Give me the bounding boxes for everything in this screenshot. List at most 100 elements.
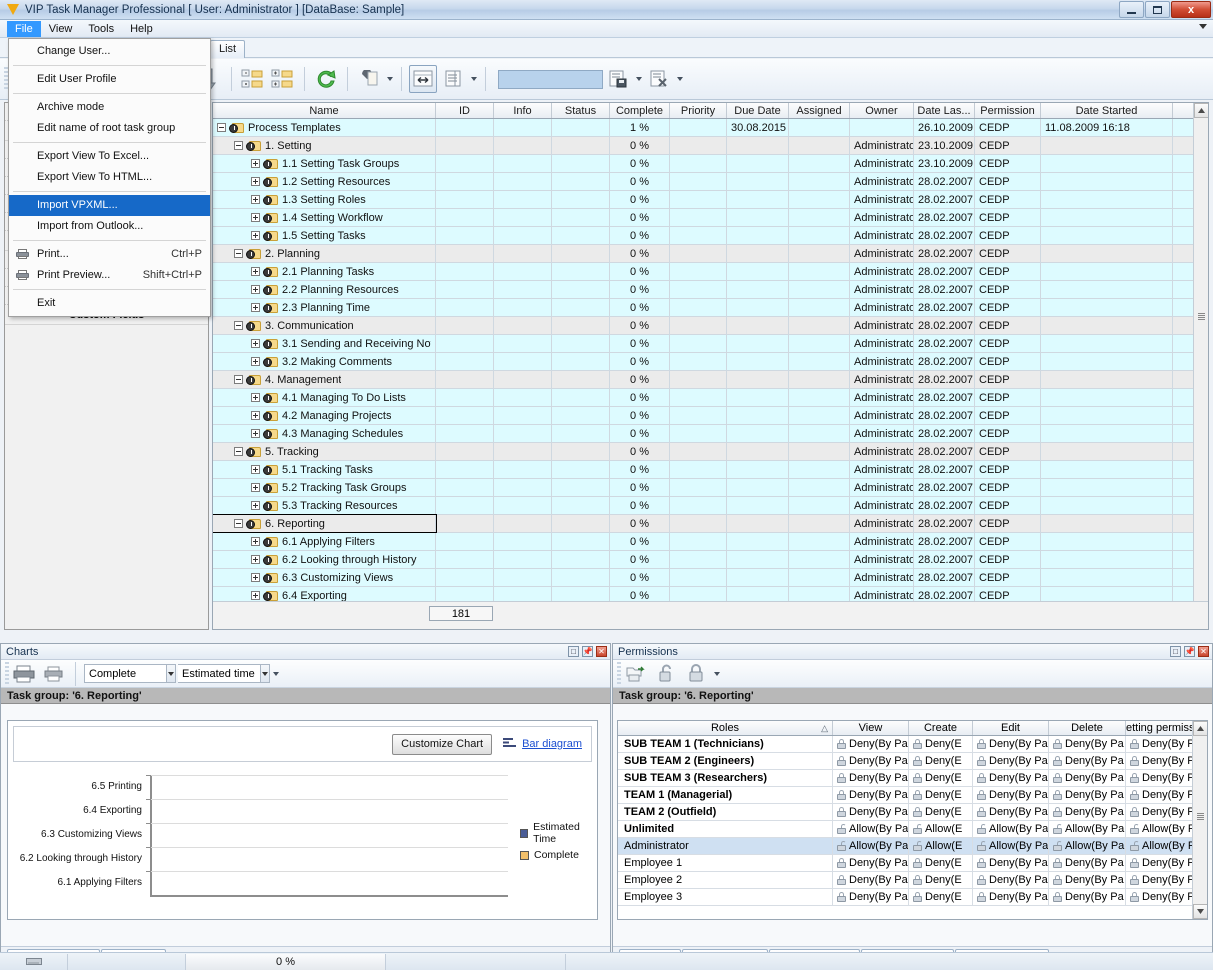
permission-cell-create[interactable]: Deny(E [909, 770, 973, 786]
permission-cell-view[interactable]: Allow(By Pa [833, 821, 909, 837]
table-row[interactable]: 6.2 Looking through History0 %Administra… [213, 551, 1208, 569]
chart-series1-combo[interactable]: Complete [84, 664, 176, 683]
task-column-header-owner[interactable]: Owner [850, 103, 914, 118]
expand-icon[interactable] [251, 483, 260, 492]
permission-cell-delete[interactable]: Deny(By Pa [1049, 753, 1126, 769]
permission-cell-edit[interactable]: Deny(By Pa [973, 787, 1049, 803]
task-column-header-date-started[interactable]: Date Started [1041, 103, 1173, 118]
menu-item-import-vpxml[interactable]: Import VPXML... [9, 195, 210, 216]
expand-icon[interactable] [251, 591, 260, 600]
permissions-column-header-delete[interactable]: Delete [1049, 721, 1126, 735]
permission-cell-view[interactable]: Deny(By Pa [833, 787, 909, 803]
column-settings-icon[interactable] [439, 65, 467, 93]
menu-item-exit[interactable]: Exit [9, 293, 210, 314]
permission-cell-delete[interactable]: Allow(By Pa [1049, 821, 1126, 837]
task-name-cell[interactable]: 3.2 Making Comments [213, 353, 436, 370]
menu-item-archive-mode[interactable]: Archive mode [9, 97, 210, 118]
permission-cell-create[interactable]: Deny(E [909, 804, 973, 820]
table-row[interactable]: Process Templates1 %30.08.201526.10.2009… [213, 119, 1208, 137]
menu-tools[interactable]: Tools [80, 21, 122, 37]
table-row[interactable]: 5.1 Tracking Tasks0 %Administrator28.02.… [213, 461, 1208, 479]
task-table-scrollbar[interactable] [1193, 103, 1208, 629]
expand-icon[interactable] [251, 573, 260, 582]
inherit-permissions-icon[interactable] [622, 660, 650, 688]
task-column-header-name[interactable]: Name [213, 103, 436, 118]
expand-icon[interactable] [251, 339, 260, 348]
table-row[interactable]: Employee 3Deny(By PaDeny(EDeny(By PaDeny… [618, 889, 1207, 906]
scroll-up-icon[interactable] [1194, 103, 1209, 118]
maximize-button[interactable] [1145, 1, 1170, 18]
expand-icon[interactable] [251, 195, 260, 204]
table-row[interactable]: 1.4 Setting Workflow0 %Administrator28.0… [213, 209, 1208, 227]
permission-cell-create[interactable]: Allow(E [909, 821, 973, 837]
menu-item-import-from-outlook[interactable]: Import from Outlook... [9, 216, 210, 237]
permissions-toolbar-overflow-icon[interactable] [711, 660, 722, 688]
permission-cell-create[interactable]: Deny(E [909, 736, 973, 752]
permission-cell-edit[interactable]: Deny(By Pa [973, 804, 1049, 820]
table-row[interactable]: 1.5 Setting Tasks0 %Administrator28.02.2… [213, 227, 1208, 245]
add-subtask-icon[interactable] [239, 65, 267, 93]
permission-cell-edit[interactable]: Allow(By Pa [973, 821, 1049, 837]
permissions-scrollbar[interactable] [1192, 721, 1207, 919]
table-row[interactable]: TEAM 2 (Outfield)Deny(By PaDeny(EDeny(By… [618, 804, 1207, 821]
permission-cell-view[interactable]: Deny(By Pa [833, 872, 909, 888]
tab-list[interactable]: List [210, 40, 245, 58]
expand-icon[interactable] [251, 159, 260, 168]
task-name-cell[interactable]: 5. Tracking [213, 443, 436, 460]
table-row[interactable]: AdministratorAllow(By PaAllow(EAllow(By … [618, 838, 1207, 855]
permission-cell-delete[interactable]: Deny(By Pa [1049, 736, 1126, 752]
expand-icon[interactable] [251, 177, 260, 186]
charts-toolbar-overflow-icon[interactable] [270, 660, 281, 688]
permission-cell-edit[interactable]: Deny(By Pa [973, 736, 1049, 752]
allow-permission-icon[interactable] [652, 660, 680, 688]
collapse-icon[interactable] [234, 447, 243, 456]
menu-item-change-user[interactable]: Change User... [9, 41, 210, 62]
charts-print-preview-icon[interactable] [40, 660, 68, 688]
permission-cell-create[interactable]: Allow(E [909, 838, 973, 854]
scroll-down-icon[interactable] [1193, 904, 1208, 919]
menu-item-export-view-to-excel[interactable]: Export View To Excel... [9, 146, 210, 167]
permission-cell-delete[interactable]: Deny(By Pa [1049, 804, 1126, 820]
save-view-icon[interactable] [604, 65, 632, 93]
collapse-icon[interactable] [234, 321, 243, 330]
permission-cell-create[interactable]: Deny(E [909, 787, 973, 803]
task-column-header-id[interactable]: ID [436, 103, 494, 118]
chevron-down-icon[interactable] [166, 665, 175, 682]
task-name-cell[interactable]: 4. Management [213, 371, 436, 388]
table-row[interactable]: 6. Reporting0 %Administrator28.02.2007CE… [213, 515, 1208, 533]
table-row[interactable]: 1.3 Setting Roles0 %Administrator28.02.2… [213, 191, 1208, 209]
task-column-header-priority[interactable]: Priority [670, 103, 727, 118]
print-dropdown-icon[interactable] [384, 65, 395, 93]
permission-cell-edit[interactable]: Allow(By Pa [973, 838, 1049, 854]
table-row[interactable]: 4.2 Managing Projects0 %Administrator28.… [213, 407, 1208, 425]
task-column-header-permission[interactable]: Permission [975, 103, 1041, 118]
permission-cell-delete[interactable]: Deny(By Pa [1049, 889, 1126, 905]
task-name-cell[interactable]: Process Templates [213, 119, 436, 136]
collapse-icon[interactable] [234, 141, 243, 150]
expand-icon[interactable] [251, 537, 260, 546]
task-name-cell[interactable]: 6. Reporting [213, 515, 436, 532]
expand-icon[interactable] [251, 267, 260, 276]
table-row[interactable]: UnlimitedAllow(By PaAllow(EAllow(By PaAl… [618, 821, 1207, 838]
task-name-cell[interactable]: 2. Planning [213, 245, 436, 262]
table-row[interactable]: SUB TEAM 2 (Engineers)Deny(By PaDeny(EDe… [618, 753, 1207, 770]
expand-icon[interactable] [251, 393, 260, 402]
task-name-cell[interactable]: 3. Communication [213, 317, 436, 334]
permission-cell-delete[interactable]: Allow(By Pa [1049, 838, 1126, 854]
task-name-cell[interactable]: 1.3 Setting Roles [213, 191, 436, 208]
table-row[interactable]: 4.1 Managing To Do Lists0 %Administrator… [213, 389, 1208, 407]
delete-view-dropdown-icon[interactable] [674, 65, 685, 93]
permissions-column-header-create[interactable]: Create [909, 721, 973, 735]
permission-cell-delete[interactable]: Deny(By Pa [1049, 770, 1126, 786]
task-column-header-info[interactable]: Info [494, 103, 552, 118]
menu-overflow-icon[interactable] [1199, 24, 1207, 29]
menu-item-edit-user-profile[interactable]: Edit User Profile [9, 69, 210, 90]
print-icon[interactable] [355, 65, 383, 93]
expand-icon[interactable] [251, 285, 260, 294]
task-name-cell[interactable]: 1.2 Setting Resources [213, 173, 436, 190]
chevron-down-icon[interactable] [260, 665, 269, 682]
task-name-cell[interactable]: 5.3 Tracking Resources [213, 497, 436, 514]
expand-icon[interactable] [251, 231, 260, 240]
charts-toolbar-grip[interactable] [5, 662, 9, 686]
expand-icon[interactable] [251, 411, 260, 420]
